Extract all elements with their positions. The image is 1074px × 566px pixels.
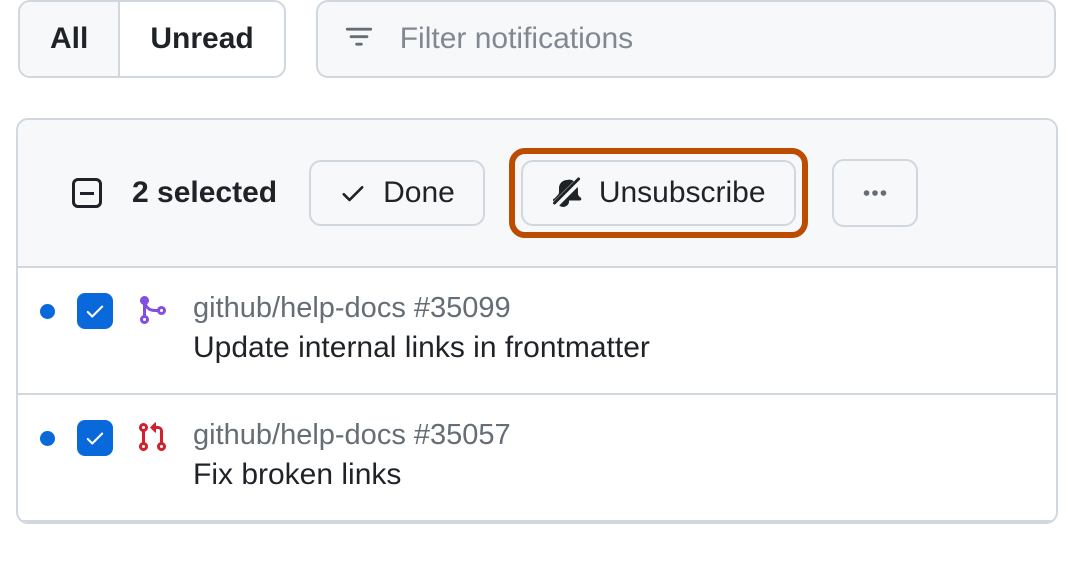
check-icon [339, 179, 367, 207]
unsubscribe-button[interactable]: Unsubscribe [521, 160, 796, 226]
bulk-action-bar: 2 selected Done Unsubscribe [18, 120, 1056, 268]
kebab-icon [860, 178, 890, 208]
filter-icon [344, 24, 374, 54]
merged-pr-icon [135, 294, 169, 326]
notifications-panel: 2 selected Done Unsubscribe [16, 118, 1058, 524]
more-actions-button[interactable] [832, 159, 918, 227]
unread-dot-icon [40, 431, 55, 446]
notification-row[interactable]: github/help-docs #35057 Fix broken links [18, 395, 1056, 522]
done-label: Done [383, 176, 455, 210]
done-button[interactable]: Done [309, 160, 485, 226]
unsubscribe-label: Unsubscribe [599, 176, 766, 210]
tab-all[interactable]: All [20, 2, 118, 76]
filter-input[interactable] [398, 21, 1028, 57]
unread-dot-icon [40, 304, 55, 319]
repo-name: github/help-docs [193, 292, 406, 324]
notification-row[interactable]: github/help-docs #35099 Update internal … [18, 268, 1056, 395]
selected-count: 2 selected [132, 176, 277, 210]
open-pr-icon [135, 421, 169, 453]
issue-number: #35057 [414, 419, 511, 451]
row-checkbox[interactable] [77, 420, 113, 456]
read-filter-tabs: All Unread [18, 0, 286, 78]
repo-name: github/help-docs [193, 419, 406, 451]
unsubscribe-highlight: Unsubscribe [509, 148, 808, 238]
row-checkbox[interactable] [77, 293, 113, 329]
notification-title: Fix broken links [193, 458, 511, 492]
bell-slash-icon [551, 177, 583, 209]
select-all-checkbox[interactable] [72, 178, 102, 208]
tab-unread[interactable]: Unread [118, 2, 283, 76]
issue-number: #35099 [414, 292, 511, 324]
notification-title: Update internal links in frontmatter [193, 331, 650, 365]
filter-field[interactable] [316, 0, 1056, 78]
